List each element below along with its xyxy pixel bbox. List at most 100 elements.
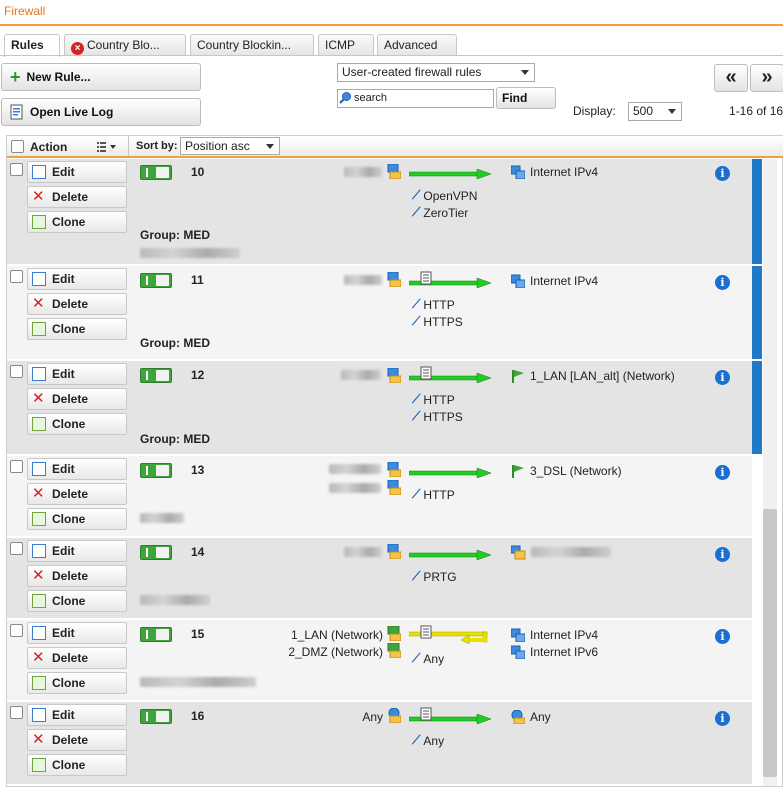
- rule-enabled-toggle[interactable]: [140, 709, 172, 724]
- select-all-checkbox[interactable]: [11, 140, 24, 153]
- previous-page-button[interactable]: «: [714, 64, 748, 92]
- tab-country-blocking-1[interactable]: × Country Blo...: [64, 34, 186, 56]
- info-icon[interactable]: i: [715, 711, 730, 726]
- info-icon[interactable]: i: [715, 275, 730, 290]
- service-item: ⟋ PRTG: [412, 569, 457, 584]
- service-label: Any: [423, 651, 445, 666]
- clone-button[interactable]: Clone: [27, 754, 127, 776]
- row-marker: [752, 361, 762, 454]
- edit-button[interactable]: Edit: [27, 161, 127, 183]
- row-checkbox[interactable]: [10, 270, 23, 283]
- row-checkbox[interactable]: [10, 542, 23, 555]
- column-menu-icon[interactable]: [97, 141, 119, 152]
- destination-label: Internet IPv4: [530, 628, 599, 642]
- scrollbar-thumb[interactable]: [763, 509, 777, 777]
- rule-enabled-toggle[interactable]: [140, 165, 172, 180]
- row-marker: [752, 159, 762, 264]
- edit-button[interactable]: Edit: [27, 540, 127, 562]
- clone-button[interactable]: Clone: [27, 211, 127, 233]
- row-checkbox[interactable]: [10, 706, 23, 719]
- rule-enabled-toggle[interactable]: [140, 463, 172, 478]
- tab-icmp[interactable]: ICMP: [318, 34, 374, 56]
- rule-enabled-toggle[interactable]: [140, 545, 172, 560]
- service-item: ⟋ HTTP: [412, 297, 455, 312]
- info-icon[interactable]: i: [715, 370, 730, 385]
- redacted-source: [344, 275, 382, 285]
- edit-button[interactable]: Edit: [27, 363, 127, 385]
- redacted-source: [329, 483, 381, 493]
- clone-button[interactable]: Clone: [27, 590, 127, 612]
- action-header: Action: [30, 140, 68, 154]
- info-icon[interactable]: i: [715, 629, 730, 644]
- clone-icon: [32, 512, 46, 526]
- tab-label: Country Blockin...: [197, 38, 292, 52]
- clone-button[interactable]: Clone: [27, 672, 127, 694]
- destination-item: Internet IPv4: [511, 628, 598, 642]
- wrench-icon: ⟋: [412, 314, 421, 328]
- display-count-select[interactable]: 500: [628, 102, 682, 121]
- internet-ipv4-icon: [511, 628, 525, 642]
- delete-button[interactable]: ✕ Delete: [27, 565, 127, 587]
- edit-button[interactable]: Edit: [27, 622, 127, 644]
- edit-button[interactable]: Edit: [27, 268, 127, 290]
- rule-row-16: Edit ✕ Delete Clone 16 Any ⟋ Any Any i: [7, 702, 752, 784]
- rule-row-13: Edit ✕ Delete Clone 13 ⟋ HTTP 3_DSL (Netwo…: [7, 456, 752, 536]
- delete-button[interactable]: ✕ Delete: [27, 483, 127, 505]
- find-button[interactable]: Find: [496, 87, 556, 109]
- rule-enabled-toggle[interactable]: [140, 273, 172, 288]
- edit-label: Edit: [52, 367, 75, 381]
- delete-button[interactable]: ✕ Delete: [27, 647, 127, 669]
- rule-row-11: Edit ✕ Delete Clone 11 ⟋ HTTP ⟋ HTTPS Inter…: [7, 266, 752, 359]
- page-title: Firewall: [4, 4, 46, 18]
- row-checkbox[interactable]: [10, 460, 23, 473]
- service-label: HTTPS: [423, 314, 463, 329]
- delete-button[interactable]: ✕ Delete: [27, 293, 127, 315]
- clone-button[interactable]: Clone: [27, 318, 127, 340]
- rule-enabled-toggle[interactable]: [140, 368, 172, 383]
- open-live-log-button[interactable]: Open Live Log: [1, 98, 201, 126]
- destination-item: 1_LAN [LAN_alt] (Network): [511, 369, 675, 383]
- delete-button[interactable]: ✕ Delete: [27, 388, 127, 410]
- rule-filter-select[interactable]: User-created firewall rules: [337, 63, 535, 82]
- rule-position: 10: [191, 165, 205, 179]
- tab-label: Rules: [11, 38, 44, 52]
- wrench-icon: ⟋: [412, 409, 421, 423]
- clone-button[interactable]: Clone: [27, 508, 127, 530]
- tab-advanced[interactable]: Advanced: [377, 34, 457, 56]
- row-checkbox[interactable]: [10, 624, 23, 637]
- search-icon: [339, 92, 351, 104]
- edit-button[interactable]: Edit: [27, 458, 127, 480]
- source-label: 2_DMZ (Network): [288, 645, 383, 659]
- info-icon[interactable]: i: [715, 465, 730, 480]
- find-label: Find: [502, 91, 528, 105]
- tab-country-blocking-2[interactable]: Country Blockin...: [190, 34, 314, 56]
- new-rule-button[interactable]: + New Rule...: [1, 63, 201, 91]
- edit-label: Edit: [52, 544, 75, 558]
- log-icon: [420, 366, 432, 380]
- next-page-button[interactable]: »: [750, 64, 783, 92]
- search-input[interactable]: search: [337, 89, 494, 108]
- service-item: ⟋ HTTP: [412, 392, 455, 407]
- redacted-source: [329, 464, 381, 474]
- rule-row-14: Edit ✕ Delete Clone 14 ⟋ PRTG i: [7, 538, 752, 618]
- grid-scrollbar[interactable]: [763, 159, 777, 786]
- clone-button[interactable]: Clone: [27, 413, 127, 435]
- ipv46-host-icon: [387, 544, 401, 559]
- wrench-icon: ⟋: [412, 569, 421, 583]
- info-icon[interactable]: i: [715, 166, 730, 181]
- tab-rules[interactable]: Rules: [4, 34, 60, 57]
- wrench-icon: ⟋: [412, 297, 421, 311]
- rule-position: 13: [191, 463, 205, 477]
- internet-ipv4-icon: [511, 165, 525, 179]
- delete-button[interactable]: ✕ Delete: [27, 186, 127, 208]
- grid-header: Action Sort by: Position asc: [7, 136, 783, 158]
- row-checkbox[interactable]: [10, 163, 23, 176]
- sort-label: Sort by:: [136, 140, 178, 152]
- info-icon[interactable]: i: [715, 547, 730, 562]
- rule-enabled-toggle[interactable]: [140, 627, 172, 642]
- sort-select[interactable]: Position asc: [180, 137, 280, 155]
- row-checkbox[interactable]: [10, 365, 23, 378]
- edit-button[interactable]: Edit: [27, 704, 127, 726]
- delete-button[interactable]: ✕ Delete: [27, 729, 127, 751]
- redacted-source: [344, 547, 382, 557]
